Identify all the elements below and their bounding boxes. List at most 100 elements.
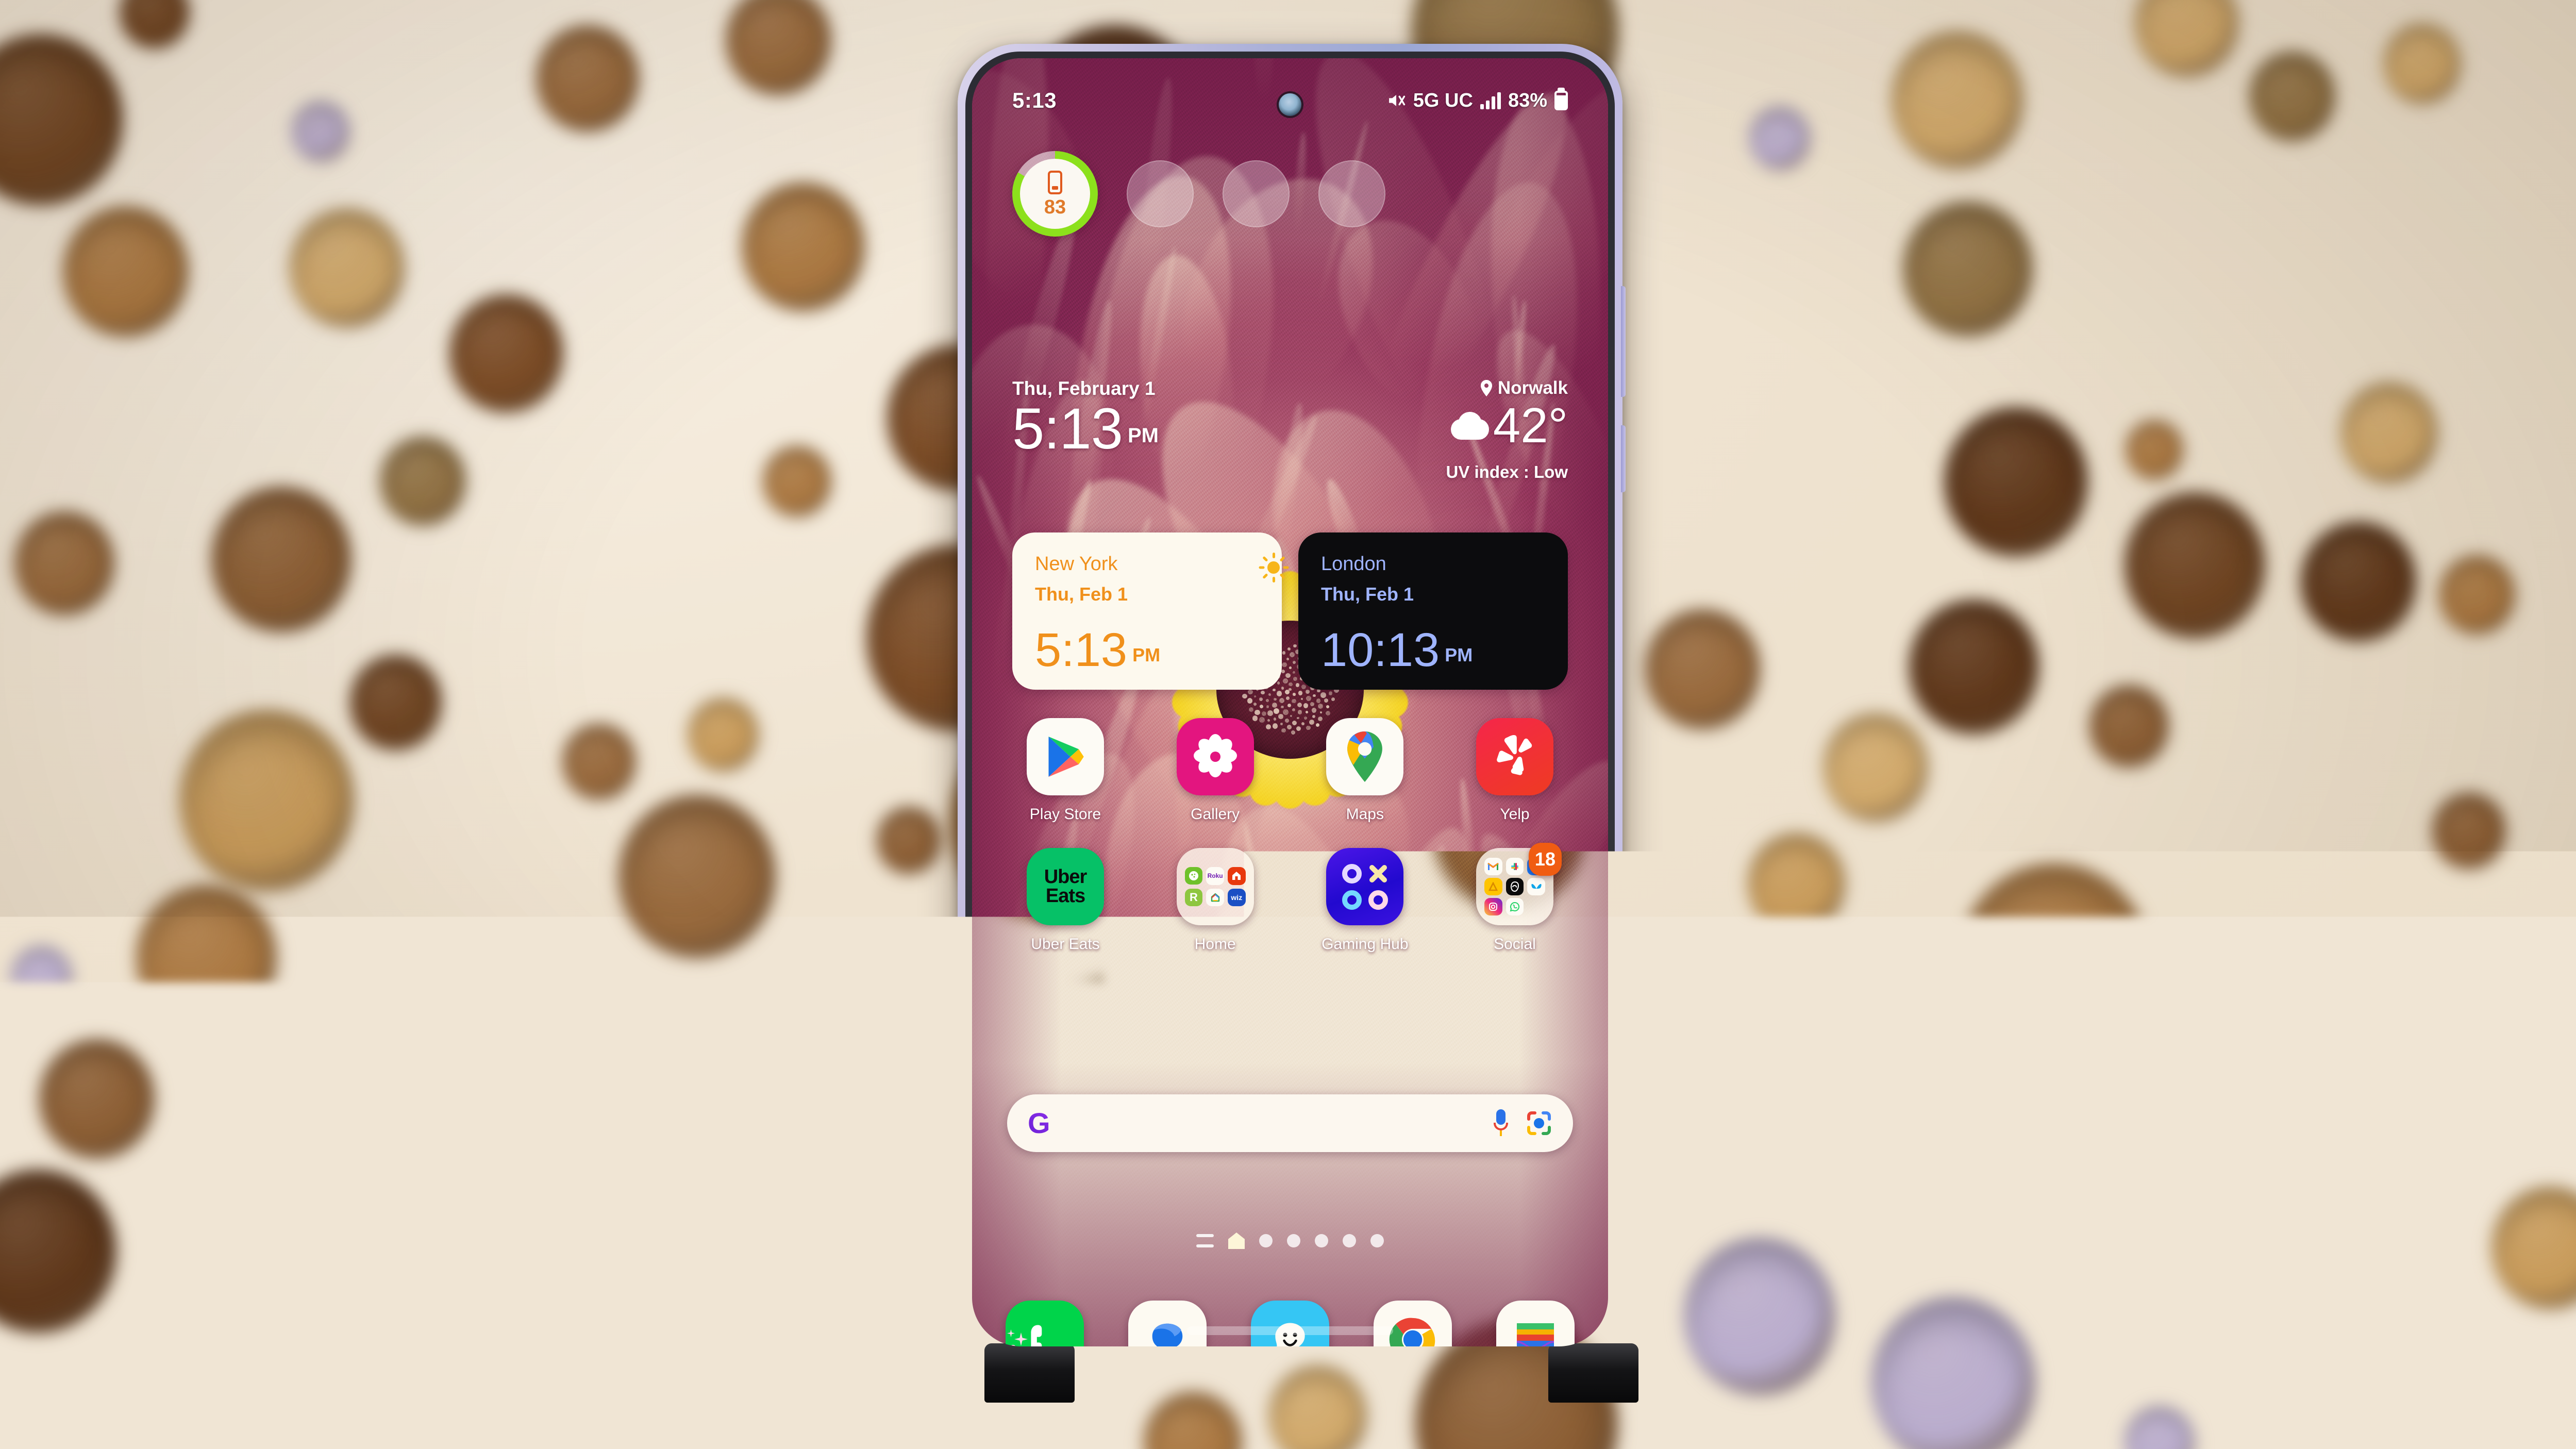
nav-gesture-bar[interactable] (1187, 1326, 1393, 1335)
world-clock-time: 5:13 (1035, 628, 1127, 672)
volume-button[interactable] (1621, 286, 1626, 397)
phone-bezel: 5:13 5G UC 83% 83 Thu, February 1 5:13 P… (965, 52, 1615, 1353)
app-list-icon[interactable] (1196, 1234, 1214, 1247)
ghost-circle-3[interactable] (1318, 160, 1385, 227)
world-clock-date: Thu, Feb 1 (1035, 584, 1259, 605)
app-gallery[interactable]: Gallery (1151, 718, 1280, 823)
microphone-icon[interactable] (1494, 1109, 1508, 1137)
mute-icon (1386, 92, 1406, 109)
page-dot-4[interactable] (1343, 1234, 1356, 1247)
phone-screen: 5:13 5G UC 83% 83 Thu, February 1 5:13 P… (972, 58, 1608, 1346)
wallpaper (972, 58, 1608, 1346)
google-g-icon: G (1028, 1109, 1050, 1138)
battery-widget-value: 83 (1044, 197, 1066, 217)
mini-app-google-home (1206, 889, 1224, 907)
clock-widget-time-row: 5:13 PM (1012, 402, 1159, 456)
clock-widget-left: Thu, February 1 5:13 PM (1012, 378, 1159, 456)
folder-badge: 18 (1529, 843, 1562, 876)
app-play-store[interactable]: Play Store (1001, 718, 1130, 823)
location-pin-icon (1480, 380, 1493, 396)
status-bar-clock: 5:13 (1012, 88, 1057, 113)
mini-app-ring: R (1185, 889, 1203, 907)
signal-bars-icon (1480, 92, 1501, 109)
world-clock-ampm: PM (1132, 644, 1160, 672)
sun-ray (1279, 573, 1285, 579)
power-button[interactable] (1621, 425, 1626, 492)
dock-photos[interactable] (1492, 1301, 1579, 1346)
sun-ray (1283, 567, 1289, 569)
mini-app-slack (1506, 858, 1524, 876)
world-clock-date: Thu, Feb 1 (1321, 584, 1545, 605)
clock-weather-widget[interactable]: Thu, February 1 5:13 PM Norwalk 42° UV i… (1012, 378, 1568, 482)
gaming-hub-icon (1326, 848, 1403, 925)
battery-ring-inner: 83 (1020, 159, 1090, 229)
phone-battery-icon (1048, 171, 1062, 194)
mini-app-yellow (1484, 878, 1502, 896)
home-page-icon[interactable] (1228, 1233, 1245, 1249)
app-label: Uber Eats (1031, 936, 1099, 953)
stand-leg-right (1548, 1343, 1638, 1403)
world-clock-time-row: 10:13 PM (1321, 628, 1545, 672)
google-maps-pin-icon (1326, 718, 1403, 795)
page-dot-5[interactable] (1370, 1234, 1384, 1247)
mini-app-wiz: wiz (1228, 889, 1246, 907)
uv-index-label: UV index : Low (1446, 462, 1568, 482)
status-bar-indicators: 5G UC 83% (1386, 90, 1568, 112)
page-dot-1[interactable] (1259, 1234, 1273, 1247)
mini-app-home-red (1228, 867, 1246, 885)
world-clock-new-york[interactable]: New York Thu, Feb 1 5:13 PM (1012, 532, 1282, 690)
network-type-label: 5G UC (1413, 90, 1473, 112)
folder-home[interactable]: Roku R wiz Home (1151, 848, 1280, 953)
google-search-bar[interactable]: G (1007, 1094, 1573, 1152)
weather-widget[interactable]: Norwalk 42° UV index : Low (1446, 378, 1568, 482)
folder-icon: Roku R wiz (1177, 848, 1254, 925)
mini-app-instagram (1484, 898, 1502, 916)
mini-app-smartthings (1185, 867, 1203, 885)
app-grid: Play Store Gallery Maps Yelp Uber Eats U… (1001, 718, 1579, 953)
world-clock-city: New York (1035, 553, 1259, 575)
ghost-circle-1[interactable] (1127, 160, 1194, 227)
dock-chrome[interactable] (1369, 1301, 1457, 1346)
app-maps[interactable]: Maps (1300, 718, 1429, 823)
cloud-icon (1451, 412, 1489, 440)
app-yelp[interactable]: Yelp (1450, 718, 1579, 823)
samsung-gallery-icon (1496, 1301, 1575, 1346)
chrome-icon (1374, 1301, 1452, 1346)
battery-icon (1554, 91, 1568, 110)
stand-leg-left (984, 1343, 1075, 1403)
app-label: Gallery (1191, 806, 1240, 823)
gallery-flower-icon (1177, 718, 1254, 795)
mini-app-whatsapp (1506, 898, 1524, 916)
app-row-1: Play Store Gallery Maps Yelp (1001, 718, 1579, 823)
play-store-icon (1027, 718, 1104, 795)
world-clock-time-row: 5:13 PM (1035, 628, 1259, 672)
google-lens-icon[interactable] (1526, 1110, 1552, 1137)
mini-app-empty (1527, 898, 1545, 916)
battery-widget-row: 83 (1012, 151, 1385, 237)
mini-app-roku: Roku (1206, 867, 1224, 885)
dock (1001, 1301, 1579, 1346)
battery-ring-widget[interactable]: 83 (1012, 151, 1098, 237)
weather-location-label: Norwalk (1498, 378, 1568, 398)
ghost-circle-2[interactable] (1223, 160, 1290, 227)
wallpaper-vignette (972, 58, 1608, 1346)
world-clock-london[interactable]: London Thu, Feb 1 10:13 PM (1298, 532, 1568, 690)
app-label: Gaming Hub (1322, 936, 1408, 953)
uber-eats-icon: Uber Eats (1027, 848, 1104, 925)
dock-messages[interactable] (1124, 1301, 1211, 1346)
waze-face-icon (1251, 1301, 1329, 1346)
page-dot-3[interactable] (1315, 1234, 1328, 1247)
world-clock-ampm: PM (1445, 644, 1473, 672)
sun-ray (1262, 556, 1268, 562)
app-label: Home (1195, 936, 1236, 953)
folder-social[interactable]: f (1450, 848, 1579, 953)
dock-waze[interactable] (1246, 1301, 1334, 1346)
app-gaming-hub[interactable]: Gaming Hub (1300, 848, 1429, 953)
stand-post (1229, 1361, 1353, 1449)
app-uber-eats[interactable]: Uber Eats Uber Eats (1001, 848, 1130, 953)
mini-app-gmail (1484, 858, 1502, 876)
page-dot-2[interactable] (1287, 1234, 1300, 1247)
sun-ray (1279, 556, 1285, 562)
page-indicator (972, 1233, 1608, 1249)
world-clock-city: London (1321, 553, 1545, 575)
